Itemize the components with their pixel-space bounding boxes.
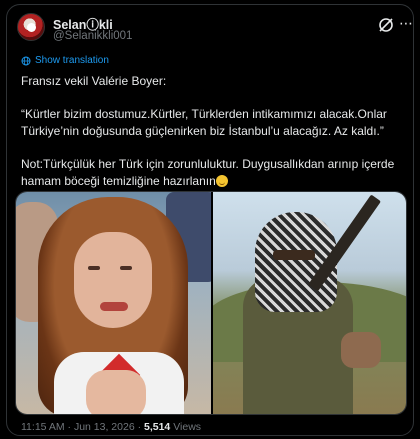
- more-icon[interactable]: ⋯: [399, 15, 414, 32]
- eye-slit: [273, 250, 315, 260]
- globe-icon: [21, 56, 31, 65]
- view-count: 5,514: [144, 421, 171, 433]
- lips: [100, 302, 128, 311]
- avatar[interactable]: [17, 13, 45, 41]
- hand: [86, 370, 146, 414]
- tweet-footer: 11:15 AM · Jun 13, 2026 · 5,514 Views: [21, 421, 201, 433]
- face-shape: [74, 232, 152, 328]
- arm-shape: [341, 332, 381, 368]
- tweet-text-line1: Fransız vekil Valérie Boyer:: [21, 74, 167, 88]
- media-grid: [15, 191, 407, 415]
- tweet-text-note: Not:Türkçülük her Türk için zorunluluktu…: [21, 156, 405, 190]
- views-label: Views: [173, 421, 202, 433]
- post-date[interactable]: Jun 13, 2026: [74, 421, 135, 433]
- user-handle[interactable]: @Selanikkli001: [53, 30, 132, 42]
- post-time[interactable]: 11:15 AM: [21, 421, 65, 433]
- flag-crescent-icon: [27, 23, 36, 32]
- tweet-header: Selanⓘkli @Selanikkli001 ⋯: [15, 11, 413, 47]
- eye-right: [120, 266, 132, 270]
- wink-emoji-icon: [215, 175, 228, 187]
- show-translation-link[interactable]: Show translation: [21, 55, 109, 66]
- footer-separator-1: ·: [64, 421, 74, 433]
- tweet-text-note-body: Not:Türkçülük her Türk için zorunluluktu…: [21, 157, 395, 188]
- tweet-card: Selanⓘkli @Selanikkli001 ⋯ Show translat…: [6, 4, 414, 436]
- show-translation-label: Show translation: [35, 55, 109, 66]
- photo-armed-person[interactable]: [213, 192, 406, 414]
- eye-left: [88, 266, 100, 270]
- tweet-text-quote: “Kürtler bizim dostumuz.Kürtler, Türkler…: [21, 107, 387, 138]
- photo-woman[interactable]: [16, 192, 211, 414]
- footer-separator-2: ·: [134, 421, 144, 433]
- grok-icon[interactable]: [377, 16, 395, 34]
